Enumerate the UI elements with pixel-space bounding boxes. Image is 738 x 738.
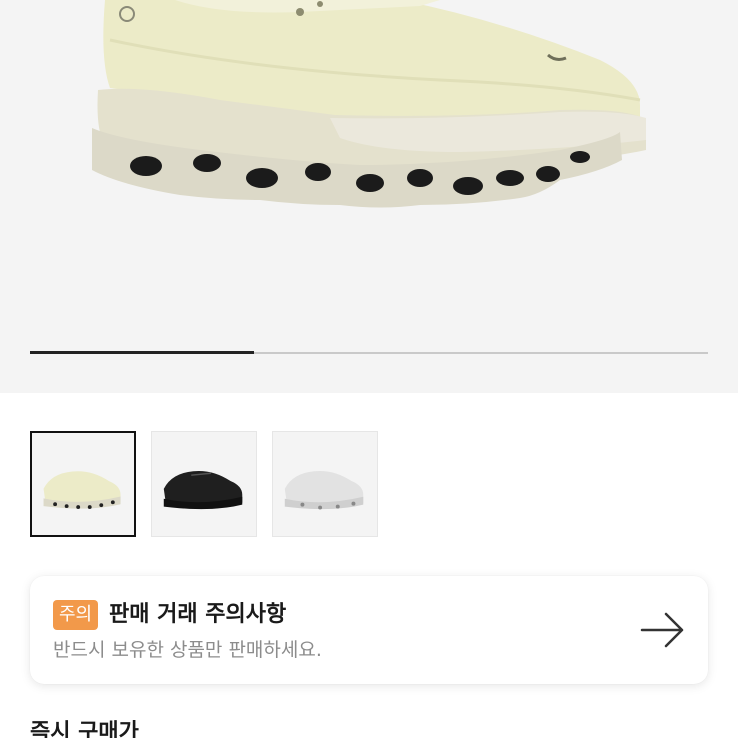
product-image-carousel[interactable] bbox=[0, 0, 738, 393]
arrow-right-icon[interactable] bbox=[638, 610, 686, 650]
black-shoe-thumbnail bbox=[163, 470, 243, 510]
notice-title: 판매 거래 주의사항 bbox=[109, 602, 287, 627]
shoe-image bbox=[92, 0, 646, 208]
cream-shoe-thumbnail bbox=[43, 471, 121, 510]
carousel-progress-fill bbox=[30, 351, 254, 354]
white-shoe-thumbnail bbox=[284, 470, 364, 510]
thumbnail-cream-shoe[interactable] bbox=[30, 431, 136, 537]
carousel-progress-track bbox=[30, 351, 708, 354]
product-page: 주의 판매 거래 주의사항 반드시 보유한 상품만 판매하세요. 즉시 구매가 bbox=[0, 0, 738, 738]
sale-notice-card[interactable]: 주의 판매 거래 주의사항 반드시 보유한 상품만 판매하세요. bbox=[30, 576, 708, 684]
thumbnail-black-shoe[interactable] bbox=[151, 431, 257, 537]
notice-subtitle: 반드시 보유한 상품만 판매하세요. bbox=[53, 639, 322, 661]
instant-buy-price-label: 즉시 구매가 bbox=[30, 720, 139, 738]
thumbnail-white-shoe[interactable] bbox=[272, 431, 378, 537]
caution-badge: 주의 bbox=[53, 600, 99, 630]
